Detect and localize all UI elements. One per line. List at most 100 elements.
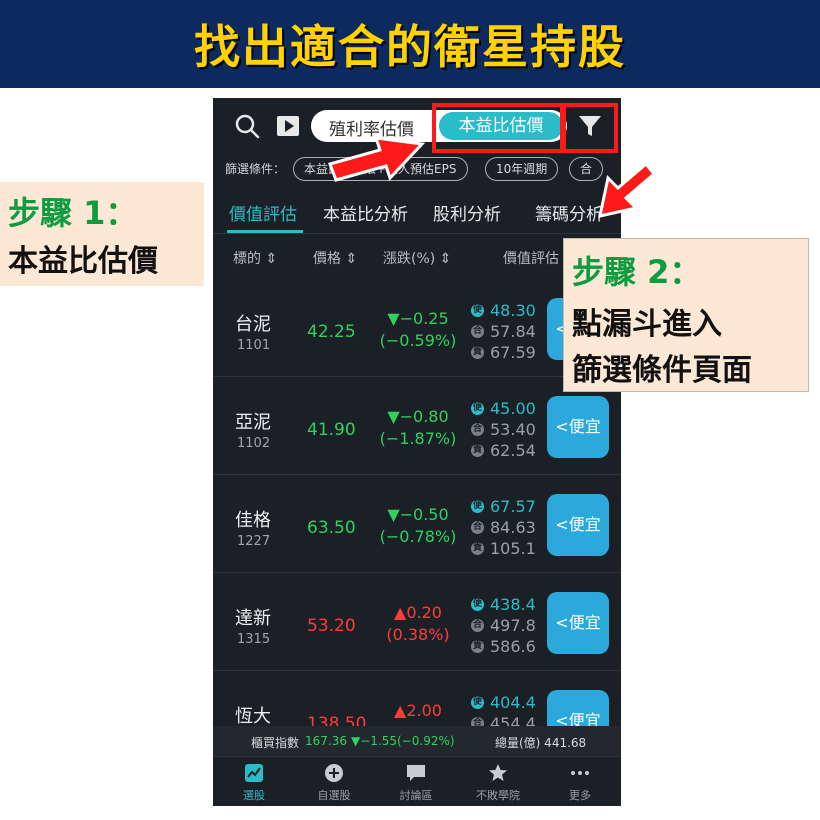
- nav-label: 自選股: [317, 789, 351, 802]
- stock-code: 1315: [237, 632, 271, 647]
- header-valuation: 價值評估: [503, 251, 559, 267]
- price-change: ▲0.20: [394, 603, 442, 622]
- table-header: 標的 ⇕ 價格 ⇕ 漲跌(%) ⇕ 價值評估: [213, 240, 621, 274]
- step2-label: 步驟 2：: [572, 253, 702, 291]
- fair-price: 497.8: [490, 616, 536, 635]
- more-icon: [571, 771, 589, 775]
- step2-text-line2: 篩選條件頁面: [572, 353, 752, 388]
- arrow-to-pe-option: [328, 136, 426, 182]
- nav-label: 更多: [569, 789, 591, 802]
- price-change-percent: (0.38%): [386, 625, 450, 644]
- valuation-badge[interactable]: <便宜: [547, 592, 609, 654]
- step1-callout: 步驟 1： 本益比估價: [0, 182, 204, 286]
- cheap-price: 404.4: [490, 693, 536, 712]
- step2-callout: 步驟 2： 點漏斗進入 篩選條件頁面: [563, 238, 809, 392]
- fair-price: 84.63: [490, 518, 536, 537]
- stock-name: 台泥: [235, 314, 271, 335]
- index-change: ▼−1.55(−0.92%): [351, 734, 455, 748]
- table-row[interactable]: 佳格 1227 63.50 ▼−0.50 (−0.78%) 便 67.57 合 84…: [213, 476, 621, 573]
- fair-price: 57.84: [490, 322, 536, 341]
- table-row[interactable]: 台泥 1101 42.25 ▼−0.25 (−0.59%) 便 48.30 合 57…: [213, 280, 621, 377]
- valuation-values: 便 438.4 合 497.8 貴 586.6: [471, 594, 555, 657]
- header-price[interactable]: 價格 ⇕: [313, 248, 357, 268]
- expensive-icon: 貴: [471, 640, 484, 653]
- fair-icon: 合: [471, 423, 484, 436]
- video-play-icon[interactable]: [277, 116, 299, 136]
- cheap-price: 45.00: [490, 399, 536, 418]
- tab-chip-analysis[interactable]: 籌碼分析: [535, 200, 603, 225]
- valuation-badge[interactable]: <便宜: [547, 494, 609, 556]
- step1-label: 步驟 1：: [8, 194, 138, 232]
- cheap-icon: 便: [471, 500, 484, 513]
- search-icon[interactable]: [233, 112, 261, 140]
- expensive-icon: 貴: [471, 444, 484, 457]
- highlight-pe-option: [432, 103, 564, 153]
- valuation-values: 便 45.00 合 53.40 貴 62.54: [471, 398, 555, 461]
- plus-circle-icon: [325, 764, 343, 782]
- expensive-price: 67.59: [490, 343, 536, 362]
- condition-chip-period[interactable]: 10年週期: [485, 157, 559, 181]
- table-row[interactable]: 達新 1315 53.20 ▲0.20 (0.38%) 便 438.4 合 497.…: [213, 574, 621, 671]
- stock-name: 達新: [235, 608, 271, 629]
- price-change-percent: (−0.59%): [379, 331, 457, 350]
- fair-icon: 合: [471, 619, 484, 632]
- nav-stock-picking[interactable]: 選股: [219, 763, 289, 803]
- highlight-filter-button: [562, 103, 618, 153]
- cheap-icon: 便: [471, 598, 484, 611]
- bottom-navigation: 選股 自選股 討論區 不敗學院 更多: [213, 756, 621, 806]
- expensive-price: 105.1: [490, 539, 536, 558]
- title-banner: 找出適合的衛星持股: [0, 0, 820, 88]
- cheap-price: 48.30: [490, 301, 536, 320]
- chat-icon: [407, 765, 425, 781]
- index-label: 櫃買指數: [251, 736, 300, 750]
- header-change[interactable]: 漲跌(%) ⇕: [383, 248, 451, 268]
- price-change: ▼−0.50: [387, 505, 449, 524]
- fair-icon: 合: [471, 325, 484, 338]
- expensive-icon: 貴: [471, 542, 484, 555]
- nav-more[interactable]: 更多: [545, 763, 615, 803]
- nav-forum[interactable]: 討論區: [381, 763, 451, 803]
- fair-price: 53.40: [490, 420, 536, 439]
- tab-dividend-analysis[interactable]: 股利分析: [433, 200, 501, 225]
- stock-price: 42.25: [307, 322, 356, 342]
- cheap-price: 67.57: [490, 497, 536, 516]
- price-change: ▼−0.80: [387, 407, 449, 426]
- nav-watchlist[interactable]: 自選股: [299, 763, 369, 803]
- header-symbol[interactable]: 標的 ⇕: [233, 248, 277, 268]
- valuation-values: 便 67.57 合 84.63 貴 105.1: [471, 496, 555, 559]
- table-row[interactable]: 恆大 138.50 ▲2.00 便 404.4 合 454.4 <便宜: [213, 672, 621, 752]
- valuation-values: 便 48.30 合 57.84 貴 67.59: [471, 300, 555, 363]
- expensive-price: 586.6: [490, 637, 536, 656]
- index-value: 167.36: [305, 734, 347, 748]
- stock-name: 亞泥: [235, 412, 271, 433]
- active-tab-indicator: [227, 230, 303, 233]
- cheap-icon: 便: [471, 696, 484, 709]
- stock-price: 53.20: [307, 616, 356, 636]
- fair-icon: 合: [471, 521, 484, 534]
- step1-text: 本益比估價: [8, 244, 158, 279]
- cheap-icon: 便: [471, 304, 484, 317]
- nav-label: 不敗學院: [476, 789, 520, 802]
- step2-text-line1: 點漏斗進入: [572, 307, 722, 342]
- app-screen: 殖利率估價 本益比估價 篩選條件： 本益比估價法+法人預估EPS 10年週期 合…: [213, 98, 621, 806]
- arrow-to-filter: [598, 161, 657, 218]
- stock-name: 恆大: [235, 706, 271, 727]
- tab-pe-analysis[interactable]: 本益比分析: [323, 200, 408, 225]
- stock-code: 1102: [237, 436, 271, 451]
- tab-valuation[interactable]: 價值評估: [229, 200, 297, 225]
- table-row[interactable]: 亞泥 1102 41.90 ▼−0.80 (−1.87%) 便 45.00 合 53…: [213, 378, 621, 475]
- stock-price: 63.50: [307, 518, 356, 538]
- stock-code: 1227: [237, 534, 271, 549]
- valuation-badge[interactable]: <便宜: [547, 396, 609, 458]
- cheap-price: 438.4: [490, 595, 536, 614]
- stock-price: 41.90: [307, 420, 356, 440]
- analysis-tabs: 價值評估 本益比分析 股利分析 籌碼分析: [213, 190, 621, 234]
- stock-name: 佳格: [235, 510, 271, 531]
- stock-code: 1101: [237, 338, 271, 353]
- nav-label: 討論區: [399, 789, 433, 802]
- total-volume: 總量(億) 441.68: [495, 736, 587, 750]
- banner-title: 找出適合的衛星持股: [194, 20, 626, 74]
- price-change-percent: (−0.78%): [379, 527, 457, 546]
- price-change-percent: (−1.87%): [379, 429, 457, 448]
- nav-academy[interactable]: 不敗學院: [463, 763, 533, 803]
